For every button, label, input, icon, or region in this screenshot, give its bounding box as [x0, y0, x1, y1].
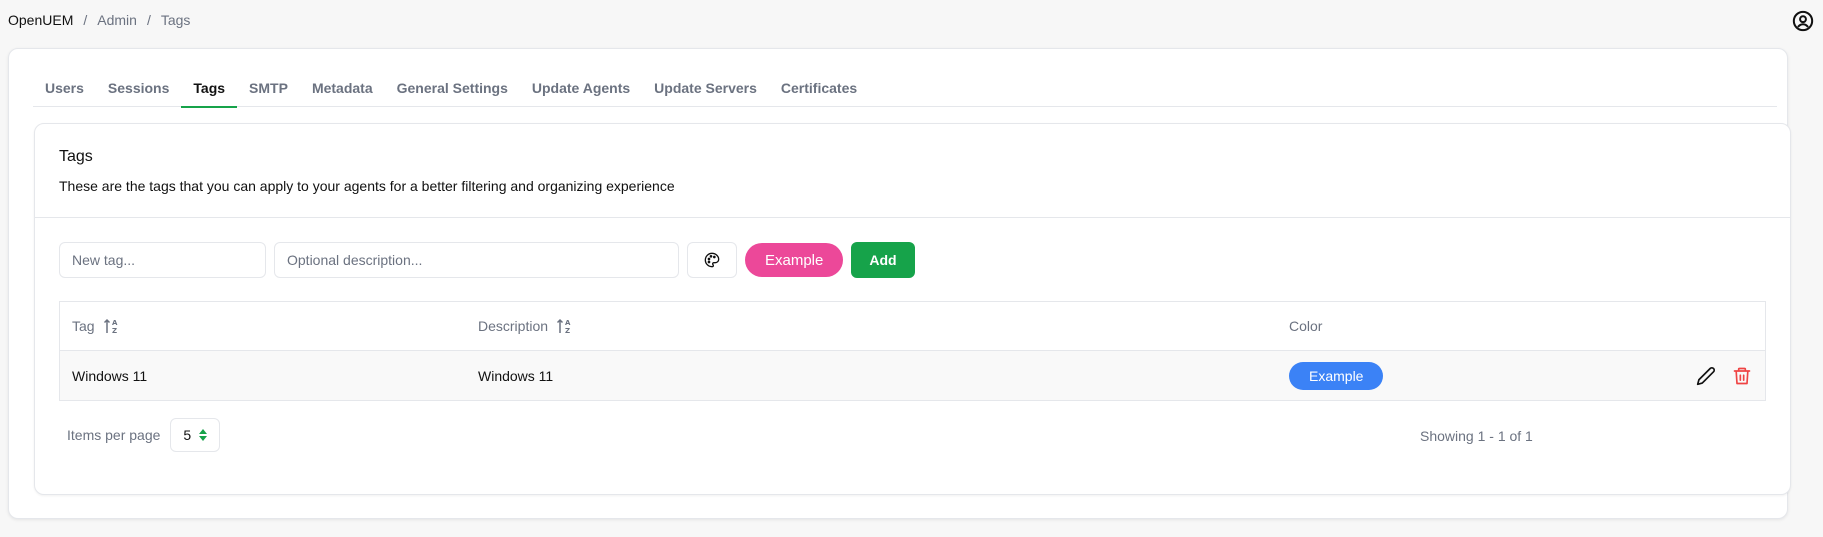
- admin-tabs: Users Sessions Tags SMTP Metadata Genera…: [33, 79, 1777, 108]
- delete-tag-button[interactable]: [1732, 366, 1752, 386]
- palette-icon: [704, 252, 720, 268]
- items-per-page-value: 5: [183, 427, 192, 443]
- sort-ascending-icon: A Z: [557, 318, 571, 335]
- select-arrows-icon: [199, 429, 208, 441]
- tab-update-servers[interactable]: Update Servers: [642, 79, 769, 107]
- column-header-color: Color: [1289, 318, 1322, 334]
- svg-text:A: A: [112, 319, 118, 327]
- column-header-tag[interactable]: Tag A Z: [72, 317, 121, 335]
- svg-text:Z: Z: [112, 327, 117, 335]
- color-preview-badge: Example: [745, 243, 844, 277]
- tab-smtp[interactable]: SMTP: [237, 79, 300, 107]
- tag-cell: Windows 11: [72, 367, 148, 384]
- tab-sessions[interactable]: Sessions: [96, 79, 181, 107]
- new-tag-input[interactable]: [59, 242, 266, 278]
- top-bar: OpenUEM / Admin / Tags: [0, 0, 1823, 42]
- breadcrumb-separator: /: [83, 12, 88, 28]
- pencil-icon: [1696, 366, 1715, 385]
- new-tag-form: Example Add: [59, 242, 915, 278]
- tags-title: Tags: [59, 148, 93, 165]
- breadcrumb: OpenUEM / Admin / Tags: [8, 12, 190, 28]
- items-per-page-select[interactable]: 5: [170, 418, 221, 452]
- tab-metadata[interactable]: Metadata: [300, 79, 385, 107]
- user-circle-icon: [1792, 10, 1814, 32]
- tag-color-badge: Example: [1289, 361, 1384, 390]
- user-menu-button[interactable]: [1792, 10, 1814, 32]
- column-header-description[interactable]: Description A Z: [478, 317, 574, 335]
- table-row: Windows 11 Windows 11 Example: [60, 351, 1765, 400]
- table-header: Tag A Z Description A Z Color: [60, 302, 1765, 351]
- breadcrumb-separator: /: [146, 12, 151, 28]
- column-label: Tag: [72, 318, 95, 334]
- add-tag-button[interactable]: Add: [851, 242, 915, 278]
- color-cell: Example: [1289, 361, 1384, 390]
- breadcrumb-admin[interactable]: Admin: [97, 12, 137, 28]
- svg-text:A: A: [565, 319, 571, 327]
- column-label: Description: [478, 318, 549, 334]
- breadcrumb-openuem[interactable]: OpenUEM: [8, 12, 73, 28]
- tags-description: These are the tags that you can apply to…: [59, 178, 675, 194]
- tab-general-settings[interactable]: General Settings: [385, 79, 520, 107]
- pagination-summary: Showing 1 - 1 of 1: [1420, 428, 1533, 444]
- items-per-page-label: Items per page: [67, 427, 161, 443]
- trash-icon: [1733, 367, 1751, 384]
- tab-tags[interactable]: Tags: [181, 79, 237, 108]
- column-label: Color: [1289, 318, 1323, 334]
- color-picker-button[interactable]: [687, 242, 737, 278]
- row-actions: [1696, 366, 1752, 386]
- tags-table: Tag A Z Description A Z Color Windows 11…: [59, 301, 1766, 401]
- tab-update-agents[interactable]: Update Agents: [520, 79, 642, 107]
- tag-description-input[interactable]: [274, 242, 679, 278]
- tab-users[interactable]: Users: [33, 79, 96, 107]
- breadcrumb-tags: Tags: [160, 12, 191, 28]
- tags-card-header: Tags These are the tags that you can app…: [35, 124, 1790, 218]
- edit-tag-button[interactable]: [1696, 366, 1716, 386]
- settings-card: Users Sessions Tags SMTP Metadata Genera…: [8, 48, 1791, 519]
- items-per-page: Items per page 5: [67, 418, 221, 452]
- svg-text:Z: Z: [565, 327, 570, 335]
- sort-ascending-icon: A Z: [103, 318, 118, 335]
- description-cell: Windows 11: [478, 367, 554, 384]
- tab-certificates[interactable]: Certificates: [769, 79, 869, 107]
- tags-card: Tags These are the tags that you can app…: [34, 123, 1791, 495]
